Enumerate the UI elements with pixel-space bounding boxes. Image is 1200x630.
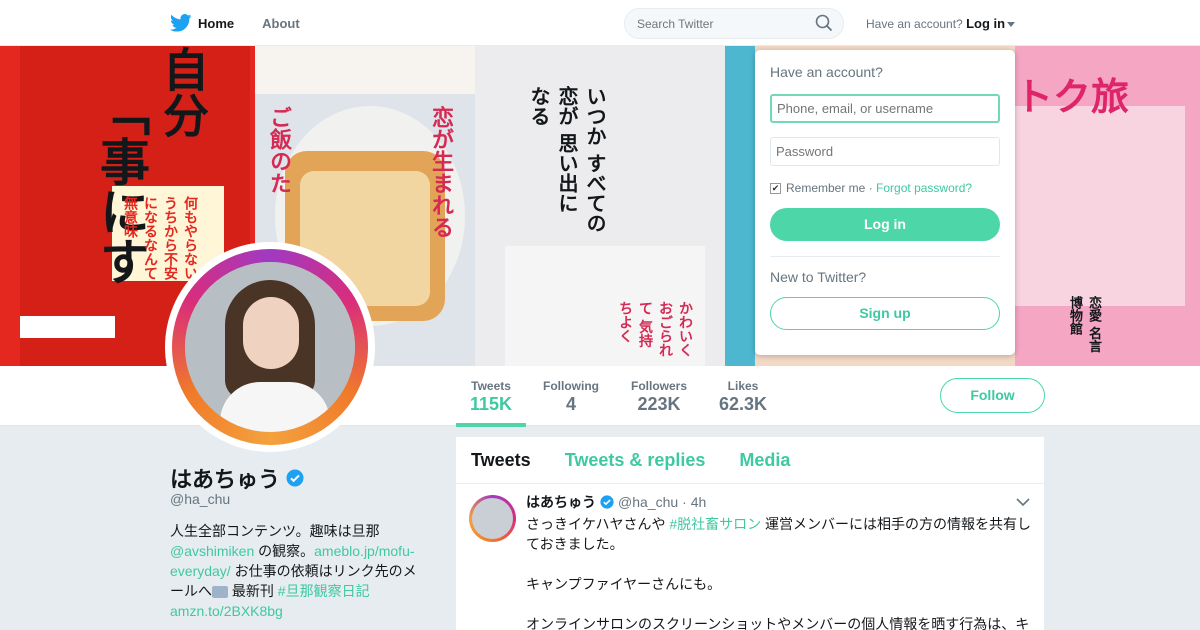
stat-value: 4 [565, 394, 576, 414]
profile-handle[interactable]: @ha_chu [170, 491, 230, 507]
home-label: Home [198, 15, 235, 31]
envelope-icon [212, 586, 228, 599]
bio-mention-link[interactable]: @avshimiken [170, 543, 254, 559]
tab-tweets-replies[interactable]: Tweets & replies [565, 450, 706, 471]
new-to-twitter-label: New to Twitter? [770, 269, 867, 285]
tweet-paragraph: キャンプファイヤーさんにも。 [526, 576, 722, 592]
avatar-photo [185, 262, 355, 432]
profile-name-text: はあちゅう [170, 467, 281, 492]
tweet-header: はあちゅう @ha_chu · 4h [526, 492, 706, 512]
login-button[interactable]: Log in [770, 208, 1000, 241]
timeline-tabs: Tweets Tweets & replies Media [456, 437, 1044, 484]
remember-row: ✔ Remember me · Forgot password? [770, 181, 1000, 195]
bio-text: の観察。 [254, 543, 315, 559]
tweet-text-part: さっきイケハヤさんや [526, 516, 670, 532]
tweet-author-handle[interactable]: @ha_chu [618, 494, 678, 510]
bio-text: 人生全部コンテンツ。趣味は旦那 [170, 523, 380, 539]
username-field[interactable] [770, 94, 1000, 123]
bio-link[interactable]: amzn.to/2BXK8bg [170, 603, 283, 619]
banner-book-5: トク旅 恋愛 名言 博物館 [1015, 46, 1200, 366]
tab-media[interactable]: Media [739, 450, 790, 471]
stat-following[interactable]: Following 4 [543, 379, 599, 415]
stat-followers[interactable]: Followers 223K [631, 379, 687, 415]
profile-name: はあちゅう [170, 462, 304, 494]
banner-text: 恋が生まれる [428, 106, 454, 238]
tweet-author-name[interactable]: はあちゅう [526, 492, 596, 512]
banner-text: ご飯のた [266, 106, 292, 194]
tweet[interactable]: はあちゅう @ha_chu · 4h さっきイケハヤさんや #脱社畜サロン 運営… [456, 484, 1044, 630]
separator-dot: · [868, 181, 873, 195]
verified-badge-icon [600, 495, 614, 509]
stat-label: Likes [727, 379, 759, 393]
follow-button[interactable]: Follow [940, 378, 1045, 413]
bio-text: 最新刊 [228, 583, 278, 599]
stat-tweets[interactable]: Tweets 115K [455, 379, 527, 427]
tweet-time[interactable]: · 4h [682, 494, 706, 510]
top-nav: Home About Have an account? Log in [0, 0, 1200, 46]
stat-label: Followers [631, 379, 688, 393]
remember-label[interactable]: Remember me [786, 181, 865, 195]
stat-value: 115K [470, 394, 513, 414]
stat-label: Following [543, 379, 599, 393]
home-link[interactable]: Home [170, 14, 234, 32]
forgot-password-link[interactable]: Forgot password? [876, 181, 972, 195]
twitter-bird-icon [170, 14, 192, 32]
remember-checkbox[interactable]: ✔ [770, 182, 781, 194]
password-field[interactable] [770, 137, 1000, 166]
stat-value: 62.3K [719, 394, 768, 414]
signup-button[interactable]: Sign up [770, 297, 1000, 330]
tweet-avatar[interactable] [469, 495, 516, 542]
profile-bio: 人生全部コンテンツ。趣味は旦那 @avshimiken の観察。ameblo.j… [170, 521, 425, 621]
login-dropdown: Have an account? ✔ Remember me · Forgot … [755, 50, 1015, 355]
divider [770, 256, 1000, 257]
tweet-hashtag-link[interactable]: #脱社畜サロン [669, 516, 761, 532]
tweet-text: さっきイケハヤさんや #脱社畜サロン 運営メンバーには相手の方の情報を共有してお… [526, 514, 1036, 630]
banner-text: いつか すべての 恋が 思い出に なる [527, 86, 607, 233]
banner-text: 自分 [156, 46, 210, 138]
tweet-paragraph: オンラインサロンのスクリーンショットやメンバーの個人情報を晒す行為は、キ [526, 616, 1030, 630]
bio-hashtag-link[interactable]: #旦那観察日記 [278, 583, 370, 599]
stat-value: 223K [637, 394, 681, 414]
login-heading: Have an account? [770, 64, 883, 80]
banner-text: トク旅 [1015, 75, 1130, 119]
banner-text: 恋愛 名言 博物館 [1067, 296, 1101, 353]
search-input[interactable] [624, 8, 844, 39]
tab-tweets[interactable]: Tweets [471, 450, 531, 471]
about-link[interactable]: About [262, 16, 300, 31]
chevron-down-icon[interactable] [1016, 497, 1030, 507]
banner-book-3: いつか すべての 恋が 思い出に なる かわいく おごられて 気持ちよく [475, 46, 725, 366]
profile-avatar[interactable] [165, 242, 375, 452]
account-menu[interactable]: Have an account? Log in [866, 16, 1016, 31]
search-icon[interactable] [815, 14, 833, 32]
verified-badge-icon [286, 469, 304, 487]
account-prompt: Have an account? [866, 17, 963, 31]
stat-label: Tweets [471, 379, 511, 393]
timeline: Tweets Tweets & replies Media はあちゅう @ha_… [456, 437, 1044, 630]
stat-likes[interactable]: Likes 62.3K [719, 379, 767, 415]
caret-down-icon [1007, 22, 1016, 28]
banner-text: かわいく おごられて 気持ちよく [617, 301, 693, 357]
login-menu-label[interactable]: Log in [966, 16, 1005, 31]
banner-book-4 [725, 46, 755, 366]
